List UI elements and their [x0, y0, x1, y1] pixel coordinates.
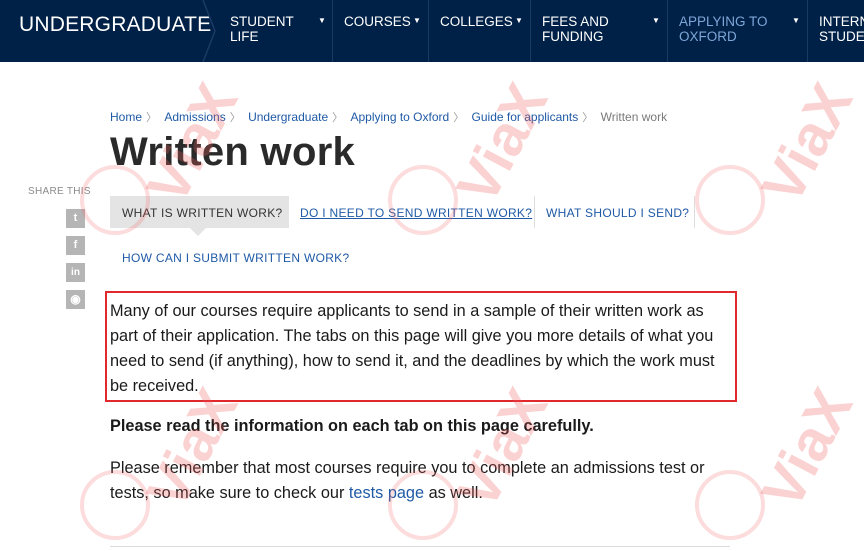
nav-item-courses[interactable]: COURSES [344, 14, 411, 29]
facebook-icon[interactable]: f [66, 236, 85, 255]
watermark-text: ViaX [749, 73, 864, 214]
share-label: SHARE THIS [28, 186, 91, 197]
breadcrumb-link-admissions[interactable]: Admissions [164, 110, 225, 124]
watermark-logo-icon [388, 165, 458, 235]
site-section-title[interactable]: UNDERGRADUATE [19, 13, 211, 37]
nav-item-label: APPLYING TO [679, 14, 768, 29]
caret-down-icon[interactable]: ▼ [413, 16, 421, 25]
nav-item-label: INTERN [819, 14, 864, 29]
divider [110, 546, 730, 547]
nav-item-label: OXFORD [679, 29, 737, 44]
top-navigation-bar: UNDERGRADUATE STUDENT LIFE ▼ COURSES ▼ C… [0, 0, 864, 62]
nav-divider [807, 0, 808, 62]
caret-down-icon[interactable]: ▼ [652, 16, 660, 25]
intro-paragraph: Many of our courses require applicants t… [110, 302, 715, 395]
nav-divider [428, 0, 429, 62]
tab-divider [694, 196, 695, 228]
breadcrumb-separator-icon: 〉 [229, 112, 241, 124]
nav-item-label: STUDENT [230, 14, 294, 29]
nav-item-label: COLLEGES [440, 14, 513, 29]
nav-divider [667, 0, 668, 62]
breadcrumb-link-undergraduate[interactable]: Undergraduate [248, 110, 328, 124]
caret-down-icon[interactable]: ▼ [792, 16, 800, 25]
nav-divider [332, 0, 333, 62]
nav-item-colleges[interactable]: COLLEGES [440, 14, 513, 29]
breadcrumb-separator-icon: 〉 [146, 112, 158, 124]
breadcrumb-current: Written work [600, 110, 668, 124]
breadcrumb-separator-icon: 〉 [453, 112, 465, 124]
chevron-divider-icon [202, 0, 216, 62]
breadcrumb-separator-icon: 〉 [582, 112, 594, 124]
nav-item-applying-to-oxford[interactable]: APPLYING TO OXFORD [679, 14, 768, 44]
breadcrumb-link-applying-to-oxford[interactable]: Applying to Oxford [350, 110, 449, 124]
tests-reminder-paragraph: Please remember that most courses requir… [110, 456, 740, 506]
nav-item-label: COURSES [344, 14, 411, 29]
page-title: Written work [110, 130, 356, 174]
nav-item-label: STUDEN [819, 29, 864, 44]
breadcrumb-link-home[interactable]: Home [110, 110, 142, 124]
nav-item-international-students[interactable]: INTERN STUDEN [819, 14, 864, 44]
tab-divider [534, 196, 535, 228]
nav-divider [530, 0, 531, 62]
linkedin-icon[interactable]: in [66, 263, 85, 282]
tab-how-can-i-submit-written-work[interactable]: HOW CAN I SUBMIT WRITTEN WORK? [122, 251, 349, 265]
nav-item-fees-and-funding[interactable]: FEES AND FUNDING [542, 14, 609, 44]
tab-what-should-i-send[interactable]: WHAT SHOULD I SEND? [546, 206, 689, 220]
caret-down-icon[interactable]: ▼ [318, 16, 326, 25]
reddit-icon[interactable]: ◉ [66, 290, 85, 309]
tab-what-is-written-work[interactable]: WHAT IS WRITTEN WORK? [110, 196, 289, 236]
tests-page-link[interactable]: tests page [349, 484, 424, 502]
nav-item-label: FUNDING [542, 29, 604, 44]
nav-item-student-life[interactable]: STUDENT LIFE [230, 14, 294, 44]
watermark-text: ViaX [749, 378, 864, 519]
breadcrumb: Home 〉 Admissions 〉 Undergraduate 〉 Applyin… [110, 109, 667, 125]
tab-do-i-need-to-send-written-work[interactable]: DO I NEED TO SEND WRITTEN WORK? [300, 206, 532, 220]
breadcrumb-separator-icon: 〉 [332, 112, 344, 124]
read-carefully-note: Please read the information on each tab … [110, 417, 594, 435]
nav-item-label: LIFE [230, 29, 259, 44]
reminder-text-end: as well. [424, 484, 483, 502]
breadcrumb-link-guide-for-applicants[interactable]: Guide for applicants [472, 110, 579, 124]
twitter-icon[interactable]: t [66, 209, 85, 228]
nav-item-label: FEES AND [542, 14, 609, 29]
caret-down-icon[interactable]: ▼ [515, 16, 523, 25]
watermark-logo-icon [695, 165, 765, 235]
watermark-text: ViaX [444, 73, 561, 214]
